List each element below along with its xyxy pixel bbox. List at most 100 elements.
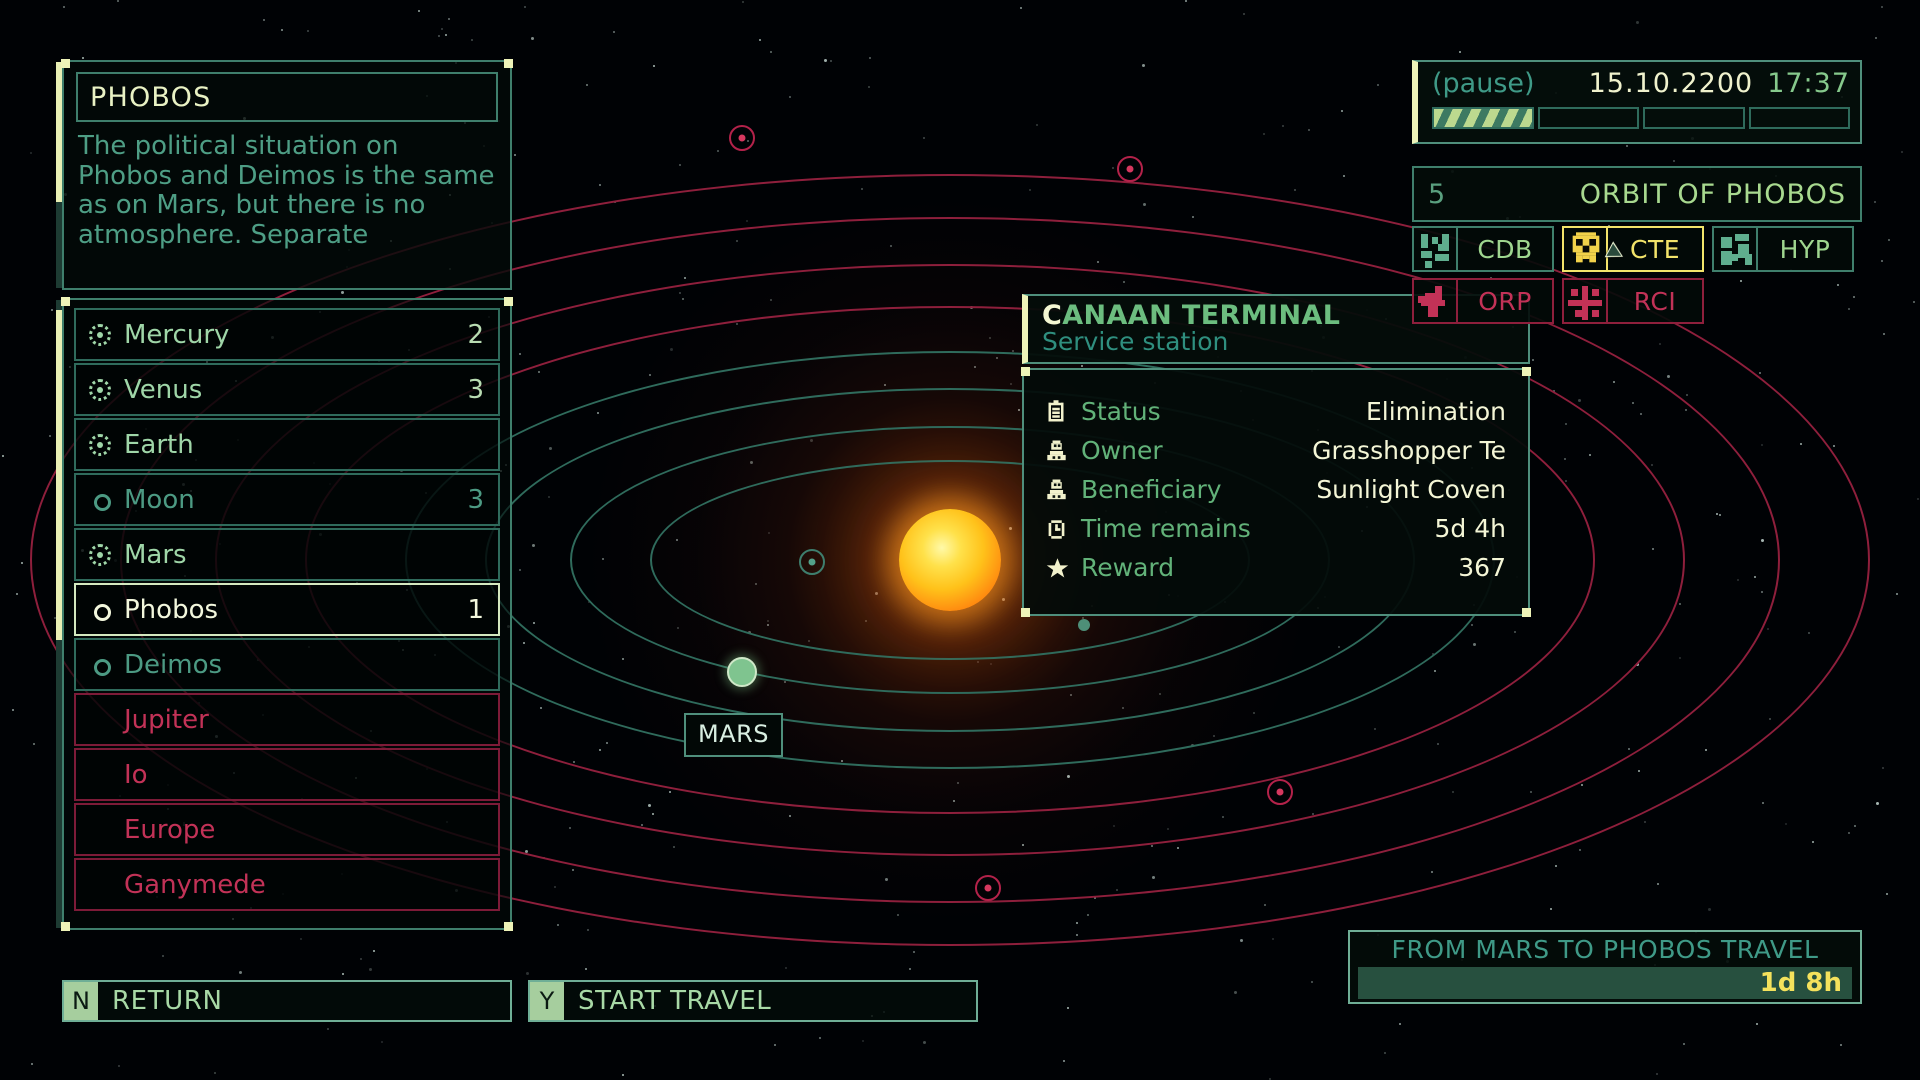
travel-duration-bar: 1d 8h [1358,967,1852,999]
faction-code-label: CDB [1477,234,1533,264]
orbit-location-panel: 5 ORBIT OF PHOBOS [1412,166,1862,222]
terminal-info-label-group: Reward [1046,553,1458,582]
terminal-info-label: Time remains [1081,514,1251,543]
planet-row-mercury[interactable]: Mercury 2 [74,308,500,361]
planet-row-earth[interactable]: Earth [74,418,500,471]
corner-marker [61,59,70,68]
planet-row-count: 1 [467,594,484,625]
corner-marker [1021,367,1030,376]
speed-segment-1[interactable] [1432,107,1534,129]
speed-segment-4[interactable] [1748,107,1850,129]
faction-button-cte[interactable]: CTE [1562,226,1704,272]
planet-row-label: Phobos [124,594,219,625]
mars-map-label: MARS [684,713,784,757]
clock-icon [1046,517,1068,541]
planet-row-deimos[interactable]: Deimos [74,638,500,691]
description-text: The political situation on Phobos and De… [78,131,495,250]
faction-button-hyp[interactable]: HYP [1712,226,1854,272]
orbit-slot-number: 5 [1428,178,1446,210]
corner-marker [1522,608,1531,617]
planet-row-jupiter[interactable]: Jupiter [74,693,500,746]
terminal-subtitle: Service station [1042,327,1229,356]
return-button[interactable]: N RETURN [62,980,512,1022]
faction-emblem-icon [1714,228,1758,270]
moon-icon [88,653,112,677]
game-speed-bar[interactable] [1432,107,1850,129]
planet-row-europe[interactable]: Europe [74,803,500,856]
planet-row-label: Ganymede [124,869,266,900]
planet-row-ganymede[interactable]: Ganymede [74,858,500,911]
terminal-info-value: Elimination [1365,397,1506,426]
mars-planet-marker[interactable] [727,657,757,687]
terminal-info-row: Status Elimination [1046,392,1506,431]
corner-marker [61,297,70,306]
terminal-info-label: Owner [1081,436,1163,465]
faction-code-label: ORP [1478,286,1532,316]
planet-list-panel: Mercury 2 Venus 3 Earth Moon 3 Mars Phobos 1 Deimo… [61,297,513,931]
orbit-location-title: ORBIT OF PHOBOS [1579,178,1846,210]
terminal-info-label-group: Owner [1046,436,1312,465]
skull-icon [1564,228,1608,270]
faction-panel: CDB CTE HYP ORP RCI [1412,226,1862,324]
orbital-body-dot [1078,619,1090,631]
page-title: PHOBOS [90,81,212,113]
moon-icon [88,488,112,512]
planet-row-label: Io [124,759,148,790]
terminal-info-row: Beneficiary Sunlight Coven [1046,470,1506,509]
planet-row-label: Earth [124,429,194,460]
speed-segment-3[interactable] [1643,107,1745,129]
planet-row-label: Deimos [124,649,223,680]
pause-status-label: (pause) [1432,68,1535,99]
planet-row-phobos[interactable]: Phobos 1 [74,583,500,636]
faction-button-orp[interactable]: ORP [1412,278,1554,324]
blank-icon [88,818,112,842]
terminal-info-body: Status Elimination Owner Grasshopper Te Bene… [1021,367,1531,617]
blank-icon [88,708,112,732]
planet-row-label: Europe [124,814,216,845]
planet-row-label: Mercury [124,319,230,350]
planet-row-count: 2 [467,319,484,350]
terminal-info-row: Owner Grasshopper Te [1046,431,1506,470]
terminal-info-label-group: Time remains [1046,514,1435,543]
return-button-label: RETURN [112,986,223,1016]
planet-row-moon[interactable]: Moon 3 [74,473,500,526]
planet-row-label: Jupiter [124,704,209,735]
planet-rows: Mercury 2 Venus 3 Earth Moon 3 Mars Phobos 1 Deimo… [74,308,500,911]
planet-row-mars[interactable]: Mars [74,528,500,581]
terminal-info-value: Grasshopper Te [1312,436,1506,465]
orbital-body-marker[interactable] [799,549,825,575]
faction-emblem-icon [1414,228,1458,270]
person-icon [1046,478,1068,502]
speed-segment-2[interactable] [1537,107,1639,129]
planet-icon [88,543,112,567]
start-travel-button[interactable]: Y START TRAVEL [528,980,978,1022]
sun [899,509,1001,611]
terminal-info-row: Reward 367 [1046,548,1506,587]
planet-row-io[interactable]: Io [74,748,500,801]
star-icon [1046,556,1069,580]
blank-icon [88,763,112,787]
planet-row-label: Venus [124,374,203,405]
planet-row-label: Moon [124,484,195,515]
terminal-info-value: 367 [1458,553,1506,582]
corner-marker [1021,608,1030,617]
faction-button-cdb[interactable]: CDB [1412,226,1554,272]
corner-marker [504,922,513,931]
blank-icon [88,873,112,897]
orbital-body-marker[interactable] [1267,779,1293,805]
planet-row-venus[interactable]: Venus 3 [74,363,500,416]
faction-code-label: RCI [1633,286,1677,316]
orbital-body-marker[interactable] [729,125,755,151]
corner-marker [1522,367,1531,376]
planet-icon [88,323,112,347]
terminal-info-label: Reward [1081,553,1175,582]
time-hud-panel: (pause) 15.10.2200 17:37 [1412,60,1862,144]
planet-row-count: 3 [467,374,484,405]
terminal-info-value: 5d 4h [1434,514,1506,543]
orbital-body-marker[interactable] [975,875,1001,901]
orbital-body-marker[interactable] [1117,156,1143,182]
faction-button-rci[interactable]: RCI [1562,278,1704,324]
faction-emblem-icon [1564,280,1608,322]
planet-icon [88,378,112,402]
terminal-info-label: Beneficiary [1081,475,1222,504]
